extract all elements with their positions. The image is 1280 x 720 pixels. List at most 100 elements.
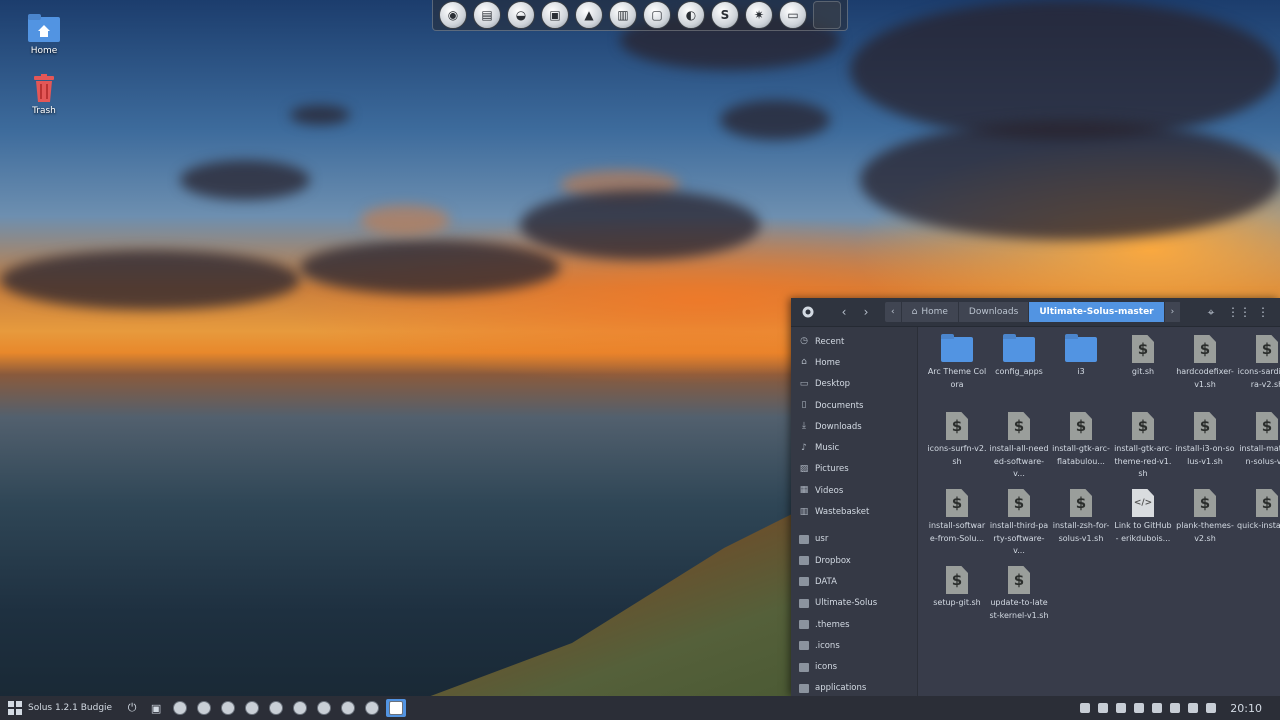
breadcrumb-home[interactable]: ⌂ Home xyxy=(902,302,959,322)
desktop-trash[interactable]: Trash xyxy=(16,74,72,116)
file-item[interactable]: $ install-all-needed-software-v... xyxy=(988,412,1050,489)
settings-icon[interactable]: ✷ xyxy=(745,1,773,29)
file-item[interactable]: $ git.sh xyxy=(1112,335,1174,412)
file-item[interactable]: i3 xyxy=(1050,333,1112,412)
location-icon[interactable]: ⌖ xyxy=(1200,301,1222,323)
dock-empty-slot[interactable] xyxy=(813,1,841,29)
file-item[interactable]: $ install-third-party-software-v... xyxy=(988,489,1050,566)
save-icon[interactable]: ▣ xyxy=(146,699,166,717)
camera-icon[interactable] xyxy=(1080,703,1091,713)
sidebar-item-music[interactable]: ♪ Music xyxy=(791,437,917,458)
file-name: git.sh xyxy=(1131,367,1155,376)
breadcrumb-right-arrow[interactable]: › xyxy=(1165,302,1182,322)
drive-icon[interactable]: ▤ xyxy=(473,1,501,29)
firefox-icon[interactable]: ◉ xyxy=(439,1,467,29)
file-name: plank-themes-v2.sh xyxy=(1176,521,1234,543)
sidebar-item-dot-icons[interactable]: .icons xyxy=(791,635,917,656)
sidebar-item-downloads[interactable]: ⤓ Downloads xyxy=(791,416,917,437)
skype-icon[interactable] xyxy=(290,699,310,717)
sidebar-item-themes[interactable]: .themes xyxy=(791,614,917,635)
menu-button[interactable]: Solus 1.2.1 Budgie xyxy=(8,701,112,715)
download-icon[interactable] xyxy=(170,699,190,717)
toggle-icon[interactable] xyxy=(362,699,382,717)
folder-icon xyxy=(799,598,809,608)
sidebar-item-home[interactable]: ⌂ Home xyxy=(791,352,917,373)
sidebar-item-recent[interactable]: ◷ Recent xyxy=(791,331,917,352)
file-item[interactable]: $ icons-surfn-v2.sh xyxy=(926,412,988,489)
file-item[interactable]: $ install-i3-on-solus-v1.sh xyxy=(1174,412,1236,489)
file-item[interactable]: </> Link to GitHub - erikdubois... xyxy=(1112,489,1174,566)
file-item[interactable]: $ setup-git.sh xyxy=(926,566,988,643)
vlc-icon[interactable]: ▲ xyxy=(575,1,603,29)
sidebar-item-data[interactable]: DATA xyxy=(791,571,917,592)
back-button[interactable]: ‹ xyxy=(833,301,855,323)
script-icon: $ xyxy=(1189,489,1221,517)
file-item[interactable]: $ install-gtk-arc-theme-red-v1.sh xyxy=(1112,412,1174,489)
accessibility-icon[interactable] xyxy=(1152,703,1163,713)
sidebar-item-pictures[interactable]: ▨ Pictures xyxy=(791,459,917,480)
screenshot-icon[interactable] xyxy=(338,699,358,717)
desktop-home[interactable]: Home xyxy=(16,14,72,56)
file-item[interactable]: $ plank-themes-v2.sh xyxy=(1174,489,1236,566)
breadcrumb-downloads[interactable]: Downloads xyxy=(959,302,1030,322)
settings-icon[interactable] xyxy=(314,699,334,717)
sidebar-item-wastebasket[interactable]: ▥ Wastebasket xyxy=(791,501,917,522)
link-icon: </> xyxy=(1127,489,1159,517)
sidebar-item-dropbox[interactable]: Dropbox xyxy=(791,550,917,571)
cloud xyxy=(860,120,1280,240)
folder-icon xyxy=(799,662,809,672)
battery-icon[interactable] xyxy=(1206,703,1217,713)
toggle-icon[interactable]: ◐ xyxy=(677,1,705,29)
pan-icon[interactable]: ◒ xyxy=(507,1,535,29)
android-icon[interactable] xyxy=(266,699,286,717)
file-item[interactable]: $ hardcodefixer-v1.sh xyxy=(1174,335,1236,412)
window-icon[interactable] xyxy=(1098,703,1109,713)
sidebar-item-usr[interactable]: usr xyxy=(791,529,917,550)
folder-icon xyxy=(799,577,809,587)
sidebar-item-desktop[interactable]: ▭ Desktop xyxy=(791,374,917,395)
menu-icon[interactable]: ⋮ xyxy=(1252,301,1274,323)
sidebar-item-icons[interactable]: icons xyxy=(791,656,917,677)
files-task-active[interactable] xyxy=(386,699,407,717)
file-item[interactable]: $ icons-sardi-extra-v2.sh xyxy=(1236,335,1280,412)
breadcrumb-current[interactable]: Ultimate-Solus-master xyxy=(1029,302,1165,322)
network-icon[interactable] xyxy=(1134,703,1145,713)
vlc-icon[interactable] xyxy=(242,699,262,717)
sidebar-item-ultimate-solus[interactable]: Ultimate-Solus xyxy=(791,593,917,614)
file-item[interactable]: $ quick-install.sh xyxy=(1236,489,1280,566)
firefox-icon[interactable] xyxy=(194,699,214,717)
folder-icon[interactable]: ▭ xyxy=(779,1,807,29)
disk-icon[interactable]: ▥ xyxy=(609,1,637,29)
file-name: setup-git.sh xyxy=(933,598,981,607)
home-icon: ⌂ xyxy=(801,357,807,368)
file-item[interactable]: $ install-mate-on-solus-v... xyxy=(1236,412,1280,489)
app-menu-icon[interactable] xyxy=(797,301,819,323)
file-item[interactable]: $ update-to-latest-kernel-v1.sh xyxy=(988,566,1050,643)
skype-icon[interactable]: S xyxy=(711,1,739,29)
power-icon[interactable]: ⏻ xyxy=(122,699,142,717)
bluetooth-icon[interactable] xyxy=(1188,703,1199,713)
dropbox-icon[interactable] xyxy=(1116,703,1127,713)
sidebar-item-applications[interactable]: applications xyxy=(791,678,917,696)
breadcrumb-left-arrow[interactable]: ‹ xyxy=(885,302,902,322)
script-icon-shape: $ xyxy=(1132,412,1154,440)
sidebar-item-videos[interactable]: ▦ Videos xyxy=(791,480,917,501)
file-manager-window: ‹ › ‹ ⌂ Home Downloads Ultimate-Solus-ma… xyxy=(791,298,1280,696)
file-item[interactable]: $ install-zsh-for-solus-v1.sh xyxy=(1050,489,1112,566)
android-icon[interactable]: ▣ xyxy=(541,1,569,29)
file-item[interactable]: config_apps xyxy=(988,333,1050,412)
script-icon: $ xyxy=(1251,412,1280,440)
clock[interactable]: 20:10 xyxy=(1230,702,1262,715)
screenshot-icon[interactable]: ▢ xyxy=(643,1,671,29)
file-item[interactable]: Arc Theme Colora xyxy=(926,333,988,412)
pan-icon[interactable] xyxy=(218,699,238,717)
volume-icon[interactable] xyxy=(1170,703,1181,713)
file-item[interactable]: $ install-software-from-Solu... xyxy=(926,489,988,566)
grid-view-icon[interactable]: ⋮⋮ xyxy=(1227,301,1251,323)
sidebar-item-label: Pictures xyxy=(815,464,849,475)
forward-button[interactable]: › xyxy=(855,301,877,323)
sidebar-item-documents[interactable]: ▯ Documents xyxy=(791,395,917,416)
script-icon-shape: $ xyxy=(1194,489,1216,517)
file-item[interactable]: $ install-gtk-arc-flatabulou... xyxy=(1050,412,1112,489)
sidebar-item-label: Home xyxy=(815,357,841,368)
